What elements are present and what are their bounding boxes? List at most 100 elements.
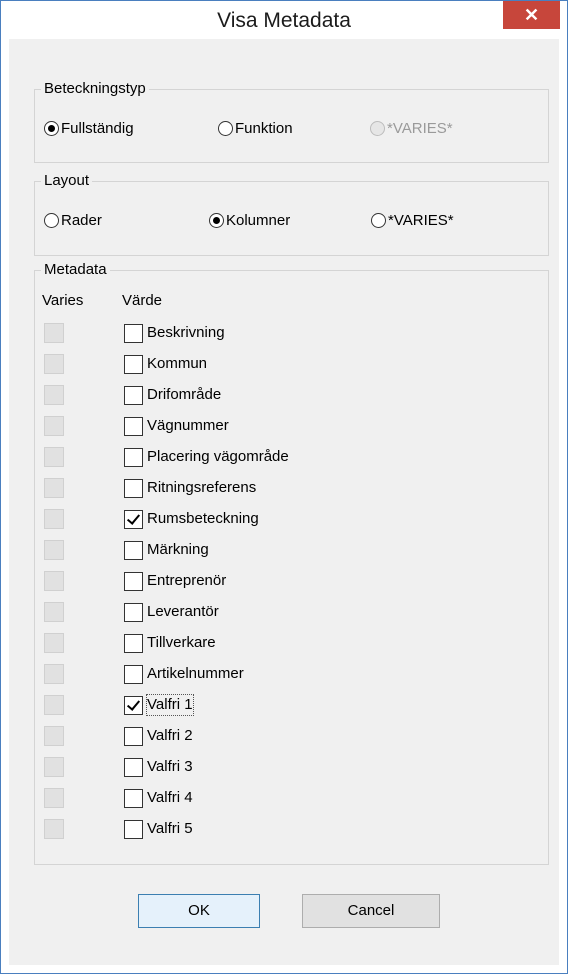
- metadata-row: Beskrivning: [35, 318, 555, 348]
- metadata-row: Kommun: [35, 349, 555, 379]
- metadata-row: Drifområde: [35, 380, 555, 410]
- value-checkbox[interactable]: [124, 324, 143, 343]
- varies-checkbox: [44, 385, 64, 405]
- close-button[interactable]: ✕: [503, 1, 560, 29]
- layout-group: Layout Rader Kolumner *VARIES*: [34, 172, 549, 256]
- value-checkbox[interactable]: [124, 448, 143, 467]
- radio-label: Fullständig: [61, 119, 134, 137]
- value-checkbox[interactable]: [124, 820, 143, 839]
- metadata-row: Valfri 4: [35, 783, 555, 813]
- radio-button[interactable]: [209, 212, 224, 228]
- window-frame-left: [1, 39, 9, 965]
- varies-checkbox: [44, 478, 64, 498]
- radio-button[interactable]: [44, 120, 59, 136]
- radio-label: *VARIES*: [388, 211, 454, 229]
- value-checkbox[interactable]: [124, 479, 143, 498]
- value-checkbox[interactable]: [124, 758, 143, 777]
- radio-button[interactable]: [371, 212, 386, 228]
- value-label[interactable]: Beskrivning: [147, 323, 225, 343]
- metadata-row: Artikelnummer: [35, 659, 555, 689]
- value-label[interactable]: Entreprenör: [147, 571, 226, 591]
- varies-checkbox: [44, 540, 64, 560]
- value-label[interactable]: Kommun: [147, 354, 207, 374]
- metadata-group: Metadata Varies Värde Beskrivning Kommun D…: [34, 261, 549, 865]
- visa-metadata-dialog: Visa Metadata ✕ Beteckningstyp Fullständ…: [0, 0, 568, 974]
- value-checkbox[interactable]: [124, 510, 143, 529]
- varies-checkbox: [44, 571, 64, 591]
- metadata-row: Valfri 2: [35, 721, 555, 751]
- value-checkbox[interactable]: [124, 634, 143, 653]
- varies-checkbox: [44, 633, 64, 653]
- metadata-legend: Metadata: [41, 261, 110, 279]
- metadata-row: Entreprenör: [35, 566, 555, 596]
- value-checkbox[interactable]: [124, 696, 143, 715]
- layout-option-1[interactable]: Kolumner: [209, 208, 290, 232]
- value-checkbox[interactable]: [124, 727, 143, 746]
- value-checkbox[interactable]: [124, 572, 143, 591]
- cancel-button[interactable]: Cancel: [302, 894, 440, 928]
- varies-checkbox: [44, 509, 64, 529]
- varies-checkbox: [44, 416, 64, 436]
- value-checkbox[interactable]: [124, 665, 143, 684]
- value-label[interactable]: Valfri 5: [147, 819, 193, 839]
- value-checkbox[interactable]: [124, 386, 143, 405]
- varies-checkbox: [44, 695, 64, 715]
- value-checkbox[interactable]: [124, 603, 143, 622]
- value-label[interactable]: Valfri 1: [146, 694, 194, 716]
- radio-button[interactable]: [218, 120, 233, 136]
- varies-checkbox: [44, 323, 64, 343]
- layout-legend: Layout: [41, 172, 93, 190]
- beteckningstyp-option-0[interactable]: Fullständig: [44, 116, 134, 140]
- metadata-row: Rumsbeteckning: [35, 504, 555, 534]
- value-label[interactable]: Tillverkare: [147, 633, 216, 653]
- value-label[interactable]: Vägnummer: [147, 416, 229, 436]
- value-label[interactable]: Artikelnummer: [147, 664, 244, 684]
- varies-checkbox: [44, 664, 64, 684]
- value-label[interactable]: Leverantör: [147, 602, 219, 622]
- metadata-row: Valfri 5: [35, 814, 555, 844]
- window-frame-right: [559, 39, 567, 965]
- metadata-row: Tillverkare: [35, 628, 555, 658]
- varies-column-header: Varies: [42, 292, 84, 309]
- layout-option-2[interactable]: *VARIES*: [371, 208, 454, 232]
- beteckningstyp-option-2: *VARIES*: [370, 116, 453, 140]
- beteckningstyp-group: Beteckningstyp Fullständig Funktion *VARIE…: [34, 80, 549, 163]
- metadata-row: Leverantör: [35, 597, 555, 627]
- metadata-row: Placering vägområde: [35, 442, 555, 472]
- metadata-row: Ritningsreferens: [35, 473, 555, 503]
- radio-label: *VARIES*: [387, 119, 453, 137]
- metadata-row: Märkning: [35, 535, 555, 565]
- radio-label: Kolumner: [226, 211, 291, 229]
- close-icon: ✕: [523, 5, 540, 25]
- layout-option-0[interactable]: Rader: [44, 208, 102, 232]
- value-label[interactable]: Valfri 4: [147, 788, 193, 808]
- value-column-header: Värde: [122, 292, 163, 309]
- varies-checkbox: [44, 819, 64, 839]
- value-label[interactable]: Drifområde: [147, 385, 221, 405]
- radio-label: Funktion: [235, 119, 293, 137]
- varies-checkbox: [44, 602, 64, 622]
- value-label[interactable]: Valfri 3: [147, 757, 193, 777]
- radio-label: Rader: [61, 211, 102, 229]
- metadata-row: Vägnummer: [35, 411, 555, 441]
- metadata-row: Valfri 1: [35, 690, 555, 720]
- radio-button: [370, 120, 385, 136]
- value-checkbox[interactable]: [124, 417, 143, 436]
- window-title: Visa Metadata: [217, 9, 351, 32]
- value-label[interactable]: Placering vägområde: [147, 447, 289, 467]
- value-label[interactable]: Valfri 2: [147, 726, 193, 746]
- value-label[interactable]: Märkning: [147, 540, 209, 560]
- title-bar[interactable]: Visa Metadata ✕: [1, 1, 567, 39]
- varies-checkbox: [44, 757, 64, 777]
- value-checkbox[interactable]: [124, 541, 143, 560]
- value-label[interactable]: Ritningsreferens: [147, 478, 256, 498]
- beteckningstyp-option-1[interactable]: Funktion: [218, 116, 293, 140]
- window-frame-bottom: [1, 965, 567, 973]
- varies-checkbox: [44, 447, 64, 467]
- radio-button[interactable]: [44, 212, 59, 228]
- value-checkbox[interactable]: [124, 789, 143, 808]
- metadata-row: Valfri 3: [35, 752, 555, 782]
- value-checkbox[interactable]: [124, 355, 143, 374]
- ok-button[interactable]: OK: [138, 894, 260, 928]
- value-label[interactable]: Rumsbeteckning: [147, 509, 259, 529]
